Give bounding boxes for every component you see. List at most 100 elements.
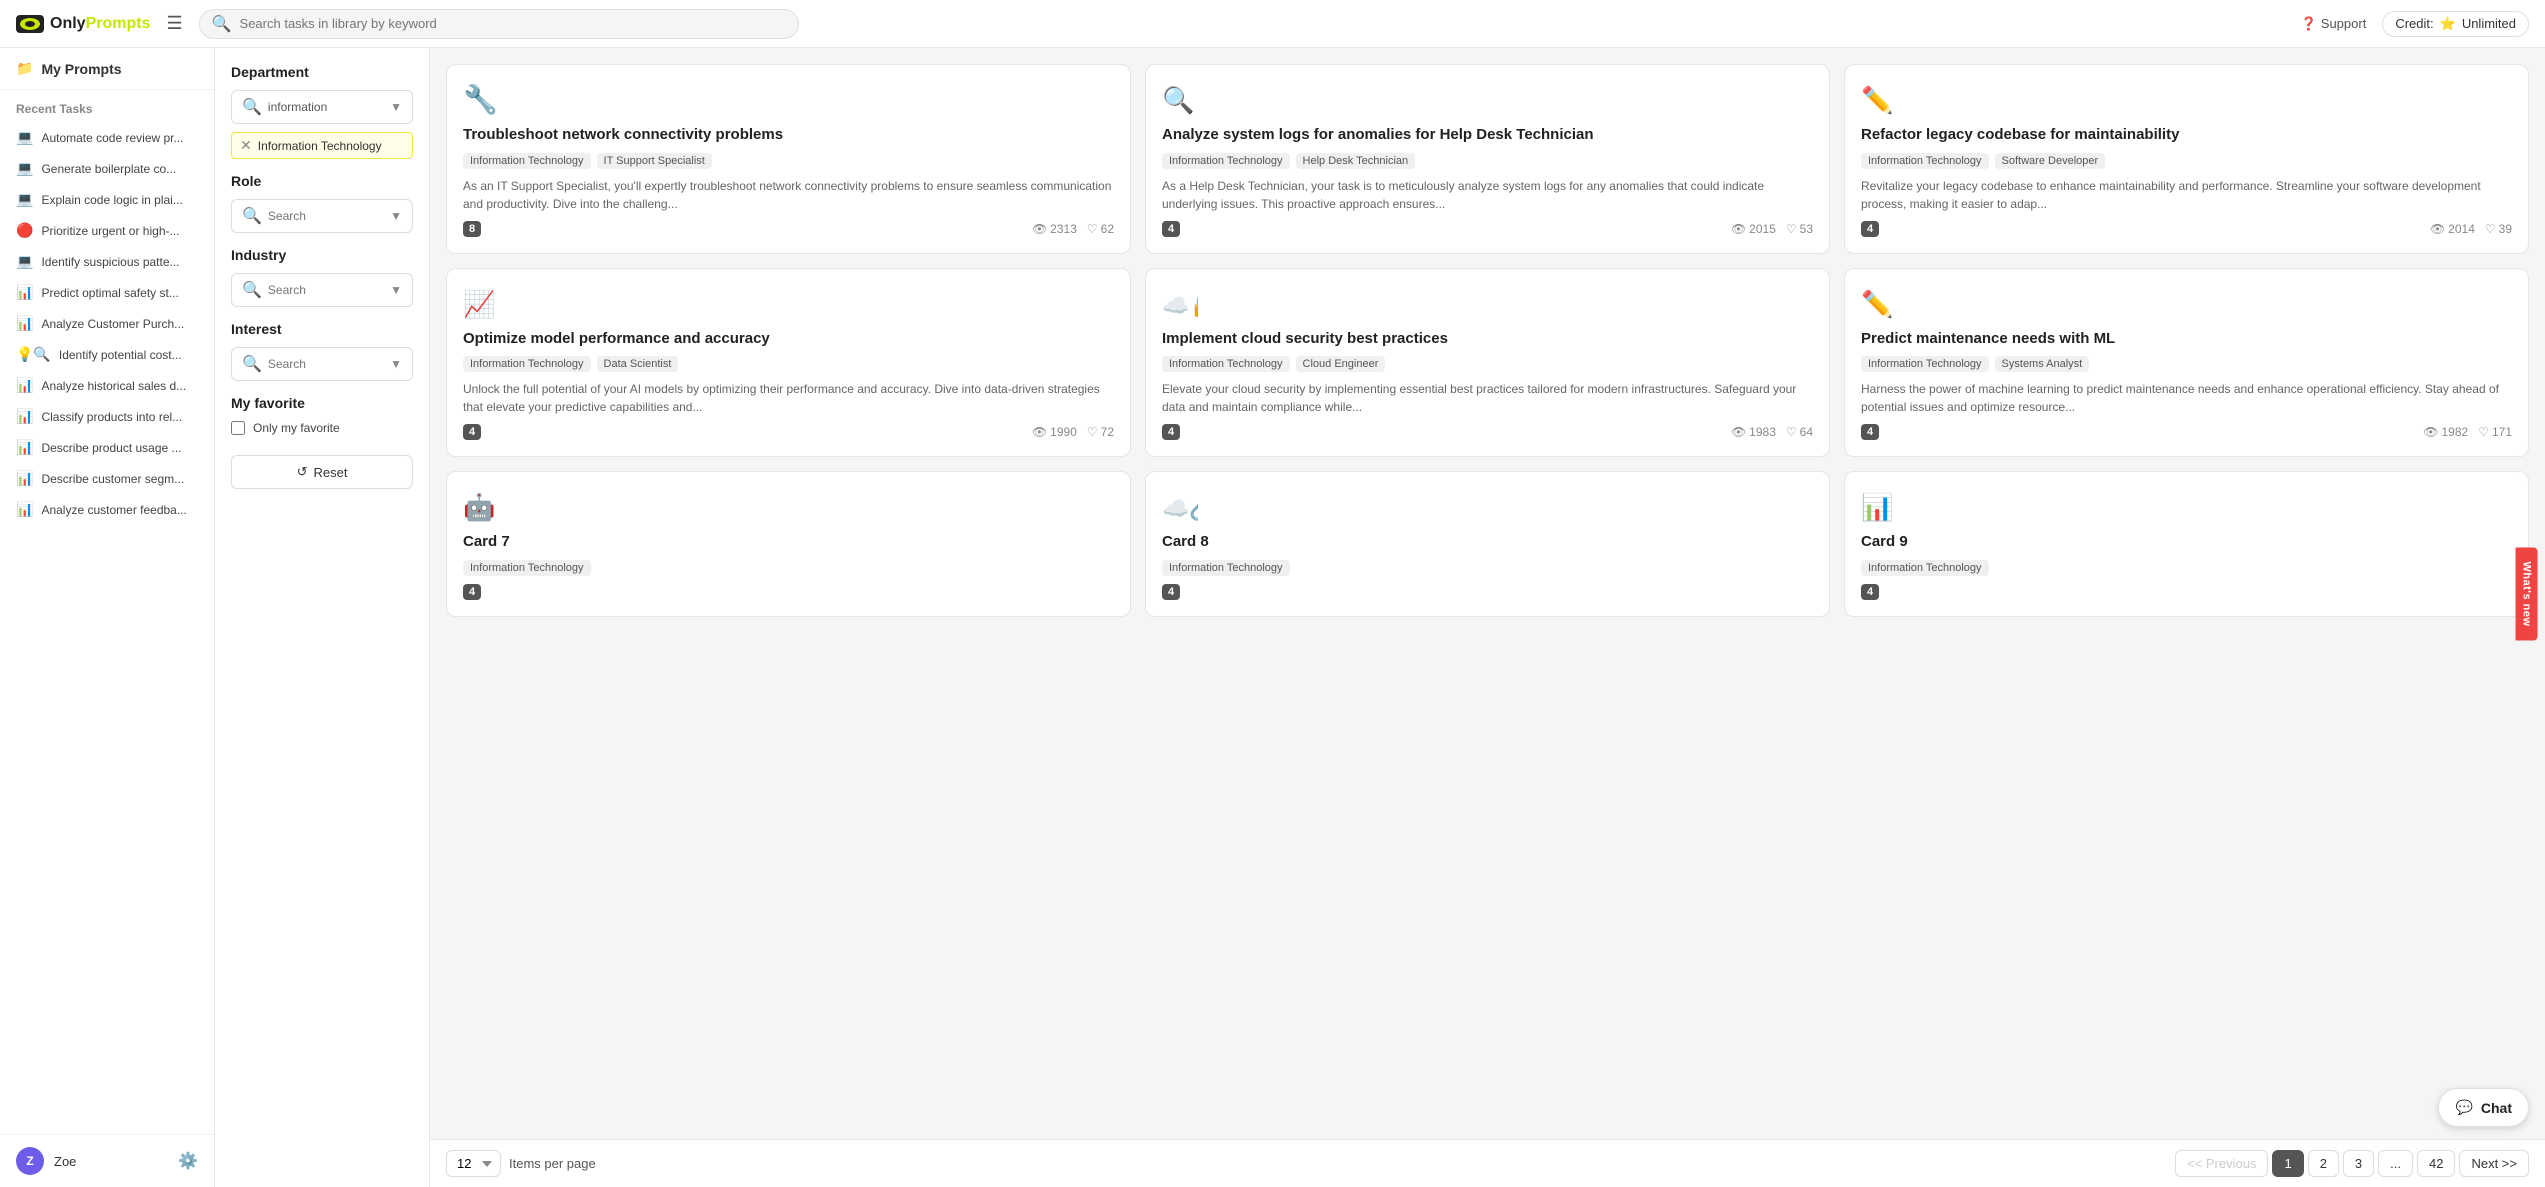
heart-icon: ♡ (1087, 222, 1098, 236)
card[interactable]: 🔧 Troubleshoot network connectivity prob… (446, 64, 1131, 254)
page-button[interactable]: 3 (2343, 1150, 2374, 1177)
pagination-controls: << Previous123...42Next >> (2175, 1150, 2529, 1177)
industry-title: Industry (231, 247, 413, 263)
settings-icon[interactable]: ⚙️ (178, 1151, 198, 1171)
sidebar-item[interactable]: 💻Generate boilerplate co... (0, 153, 214, 184)
card-tag: Information Technology (1861, 153, 1989, 169)
card-badge: 4 (1162, 221, 1180, 237)
card-tags: Information TechnologyHelp Desk Technici… (1162, 153, 1813, 169)
sidebar-item[interactable]: 📊Analyze historical sales d... (0, 370, 214, 401)
sidebar-item[interactable]: 📊Predict optimal safety st... (0, 277, 214, 308)
card-badge: 4 (1861, 584, 1879, 600)
card[interactable]: ☁️🔒 Implement cloud security best practi… (1145, 268, 1830, 458)
card[interactable]: 📊 Card 9 Information Technology 4 (1844, 471, 2529, 617)
cards-grid: 🔧 Troubleshoot network connectivity prob… (430, 48, 2545, 1139)
card-icon: ☁️🔗 (1162, 488, 1198, 524)
industry-search-input[interactable] (268, 283, 384, 297)
card-tag: Information Technology (1162, 356, 1290, 372)
card-icon: 🔧 (463, 81, 499, 117)
interest-search-box[interactable]: 🔍 ▼ (231, 347, 413, 381)
department-search-box[interactable]: 🔍 ▼ (231, 90, 413, 124)
prev-page-button[interactable]: << Previous (2175, 1150, 2268, 1177)
sidebar-item[interactable]: 📊Describe customer segm... (0, 463, 214, 494)
sidebar-item-label: Describe customer segm... (41, 472, 184, 486)
eye-icon: 👁 (2430, 222, 2445, 236)
sidebar-item[interactable]: 📊Describe product usage ... (0, 432, 214, 463)
card-footer: 4 (1162, 584, 1813, 600)
page-button[interactable]: 1 (2272, 1150, 2303, 1177)
sidebar-item-label: Analyze Customer Purch... (41, 317, 184, 331)
card-footer: 4 👁 2014 ♡ 39 (1861, 221, 2512, 237)
support-button[interactable]: ❓ Support (2301, 16, 2367, 32)
sidebar-item[interactable]: 🔴Prioritize urgent or high-... (0, 215, 214, 246)
next-page-button[interactable]: Next >> (2459, 1150, 2529, 1177)
department-tag-label: Information Technology (258, 139, 382, 153)
page-button[interactable]: 2 (2308, 1150, 2339, 1177)
card-tag: Data Scientist (597, 356, 679, 372)
department-search-input[interactable] (268, 100, 384, 114)
card[interactable]: ✏️ Predict maintenance needs with ML Inf… (1844, 268, 2529, 458)
card-title: Implement cloud security best practices (1162, 329, 1813, 349)
svg-text:🔧: 🔧 (463, 82, 498, 116)
my-favorite-checkbox[interactable]: Only my favorite (231, 421, 413, 435)
reset-icon: ↺ (297, 464, 308, 480)
card-tags: Information TechnologyData Scientist (463, 356, 1114, 372)
role-search-box[interactable]: 🔍 ▼ (231, 199, 413, 233)
logo[interactable]: OnlyPrompts (16, 15, 150, 33)
card-badge: 4 (463, 424, 481, 440)
credit-badge: Credit: ⭐ Unlimited (2382, 11, 2529, 37)
filter-panel: Department 🔍 ▼ ✕ Information Technology … (215, 48, 430, 1187)
sidebar-item-icon: 💻 (16, 160, 33, 177)
card[interactable]: 🤖 Card 7 Information Technology 4 (446, 471, 1131, 617)
sidebar-item-label: Classify products into rel... (41, 410, 182, 424)
chat-icon: 💬 (2455, 1099, 2472, 1116)
sidebar: 📁 My Prompts Recent Tasks 💻Automate code… (0, 48, 215, 1187)
sidebar-item-icon: 📊 (16, 315, 33, 332)
chevron-down-icon: ▼ (390, 357, 402, 371)
card-icon: ✏️ (1861, 81, 1897, 117)
my-favorite-checkbox-input[interactable] (231, 421, 245, 435)
svg-text:☁️🔗: ☁️🔗 (1162, 495, 1198, 522)
card[interactable]: 📈 Optimize model performance and accurac… (446, 268, 1131, 458)
main-layout: 📁 My Prompts Recent Tasks 💻Automate code… (0, 48, 2545, 1187)
page-button[interactable]: 42 (2417, 1150, 2455, 1177)
sidebar-item[interactable]: 💡🔍Identify potential cost... (0, 339, 214, 370)
card-title: Card 9 (1861, 532, 2512, 552)
card-stats: 👁 2014 ♡ 39 (2430, 222, 2512, 236)
card-likes: ♡ 72 (1087, 425, 1114, 439)
tag-remove-icon[interactable]: ✕ (240, 137, 252, 154)
sidebar-item[interactable]: 💻Identify suspicious patte... (0, 246, 214, 277)
search-input[interactable] (240, 16, 786, 31)
reset-button[interactable]: ↺ Reset (231, 455, 413, 489)
whats-new-ribbon[interactable]: What's new (2515, 547, 2537, 640)
sidebar-item-label: Explain code logic in plai... (41, 193, 182, 207)
interest-search-input[interactable] (268, 357, 384, 371)
sidebar-item[interactable]: 💻Automate code review pr... (0, 122, 214, 153)
sidebar-item-icon: 📊 (16, 377, 33, 394)
card[interactable]: ✏️ Refactor legacy codebase for maintain… (1844, 64, 2529, 254)
logo-text: OnlyPrompts (50, 15, 150, 33)
card[interactable]: ☁️🔗 Card 8 Information Technology 4 (1145, 471, 1830, 617)
department-tag[interactable]: ✕ Information Technology (231, 132, 413, 159)
per-page-select[interactable]: 12 24 48 (446, 1150, 501, 1177)
hamburger-button[interactable]: ☰ (162, 9, 186, 38)
sidebar-item[interactable]: 📊 Analyze Customer Purch... (0, 308, 214, 339)
industry-search-box[interactable]: 🔍 ▼ (231, 273, 413, 307)
card-title: Card 7 (463, 532, 1114, 552)
role-search-input[interactable] (268, 209, 384, 223)
sidebar-item[interactable]: 📊Classify products into rel... (0, 401, 214, 432)
reset-label: Reset (313, 465, 347, 480)
my-favorite-title: My favorite (231, 395, 413, 411)
sidebar-item[interactable]: 📊Analyze customer feedba... (0, 494, 214, 525)
page-button[interactable]: ... (2378, 1150, 2413, 1177)
my-prompts-button[interactable]: 📁 My Prompts (0, 48, 214, 90)
content-area: 🔧 Troubleshoot network connectivity prob… (430, 48, 2545, 1187)
card[interactable]: 🔍 Analyze system logs for anomalies for … (1145, 64, 1830, 254)
card-views: 👁 2014 (2430, 222, 2475, 236)
sidebar-item[interactable]: 💻Explain code logic in plai... (0, 184, 214, 215)
header: OnlyPrompts ☰ 🔍 ❓ Support Credit: ⭐ Unli… (0, 0, 2545, 48)
chat-button[interactable]: 💬 Chat (2438, 1088, 2529, 1127)
card-title: Optimize model performance and accuracy (463, 329, 1114, 349)
card-icon: ✏️ (1861, 285, 1897, 321)
sidebar-item-label: Identify potential cost... (59, 348, 182, 362)
